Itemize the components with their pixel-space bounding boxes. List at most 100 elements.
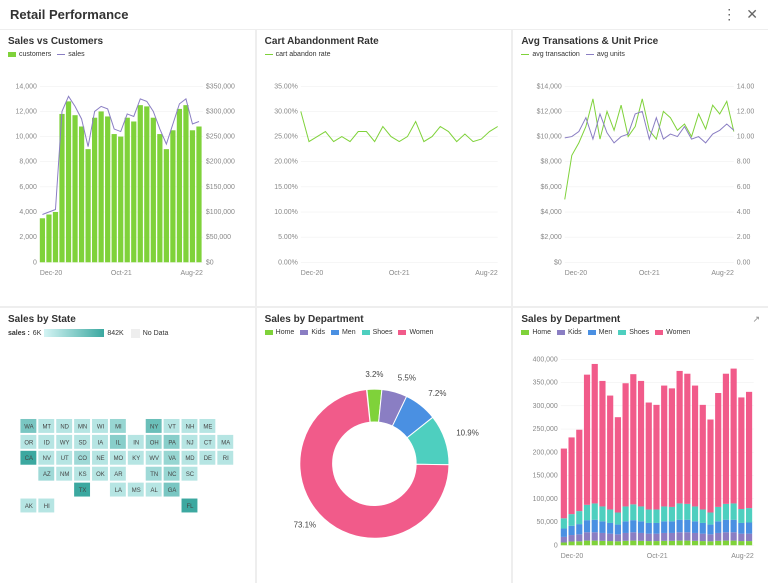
svg-text:MO: MO (114, 456, 124, 462)
svg-text:MS: MS (132, 488, 141, 494)
svg-text:12,000: 12,000 (16, 108, 37, 115)
svg-text:AL: AL (151, 488, 159, 494)
more-menu-icon[interactable]: ⋮ (722, 6, 736, 23)
svg-text:KS: KS (79, 472, 87, 478)
svg-text:7.2%: 7.2% (428, 389, 446, 398)
svg-text:0: 0 (33, 259, 37, 266)
svg-text:Oct-21: Oct-21 (111, 270, 132, 277)
svg-text:8,000: 8,000 (19, 159, 37, 166)
map-us[interactable]: WAMTNDMNWIMINYVTNHMEORIDWYSDIAILINOHPANJ… (8, 344, 247, 578)
svg-text:$50,000: $50,000 (206, 234, 231, 241)
legend-item: Shoes (618, 329, 649, 336)
svg-text:Dec-20: Dec-20 (565, 270, 588, 277)
svg-text:Dec-20: Dec-20 (300, 270, 323, 277)
svg-text:NM: NM (60, 472, 69, 478)
svg-text:MT: MT (42, 424, 51, 430)
legend-item: customers (19, 51, 51, 58)
svg-text:WI: WI (97, 424, 105, 430)
svg-text:14.00: 14.00 (737, 83, 755, 90)
svg-text:2.00: 2.00 (737, 234, 751, 241)
svg-text:HI: HI (44, 503, 50, 509)
svg-text:$6,000: $6,000 (541, 184, 562, 191)
svg-text:ID: ID (44, 440, 51, 446)
legend-item: Home (521, 329, 551, 336)
svg-text:0.00%: 0.00% (278, 259, 298, 266)
svg-text:400,000: 400,000 (533, 356, 558, 363)
chart-cart[interactable]: 0.00%5.00%10.00%15.00%20.00%25.00%30.00%… (265, 62, 504, 300)
svg-text:35.00%: 35.00% (274, 83, 298, 90)
svg-text:Oct-21: Oct-21 (647, 553, 668, 560)
svg-text:ME: ME (203, 424, 212, 430)
svg-text:8.00: 8.00 (737, 159, 751, 166)
svg-text:TX: TX (79, 488, 87, 494)
svg-text:IA: IA (98, 440, 104, 446)
expand-icon[interactable]: ↗ (752, 314, 760, 325)
svg-text:100,000: 100,000 (533, 495, 558, 502)
svg-text:CT: CT (204, 440, 212, 446)
panel-title: Avg Transations & Unit Price (521, 36, 760, 47)
panel-sales-vs-customers: Sales vs Customers customers sales 02,00… (0, 30, 255, 306)
svg-text:SC: SC (186, 472, 195, 478)
panel-title: Sales vs Customers (8, 36, 247, 47)
svg-text:PA: PA (168, 440, 176, 446)
svg-text:IN: IN (133, 440, 139, 446)
svg-text:200,000: 200,000 (533, 449, 558, 456)
close-icon[interactable]: ✕ (746, 6, 758, 23)
svg-text:CA: CA (25, 456, 33, 462)
svg-text:$4,000: $4,000 (541, 209, 562, 216)
chart-donut[interactable]: 3.2%5.5%7.2%10.9%73.1% (265, 340, 504, 578)
svg-text:OK: OK (96, 472, 105, 478)
panel-title: Cart Abandonment Rate (265, 36, 504, 47)
svg-text:300,000: 300,000 (533, 402, 558, 409)
svg-text:Oct-21: Oct-21 (639, 270, 660, 277)
svg-text:AR: AR (114, 472, 123, 478)
svg-text:4.00: 4.00 (737, 209, 751, 216)
svg-text:5.00%: 5.00% (278, 234, 298, 241)
svg-text:NJ: NJ (186, 440, 193, 446)
svg-text:0.00: 0.00 (737, 259, 751, 266)
legend-item: sales (68, 51, 84, 58)
svg-text:Aug-22: Aug-22 (732, 553, 755, 560)
chart-stacked-bar[interactable]: 050,000100,000150,000200,000250,000300,0… (521, 340, 760, 578)
svg-text:OR: OR (24, 440, 34, 446)
svg-text:20.00%: 20.00% (274, 159, 298, 166)
svg-text:MD: MD (185, 456, 195, 462)
svg-text:KY: KY (132, 456, 140, 462)
svg-text:$14,000: $14,000 (537, 83, 562, 90)
legend: customers sales (8, 51, 247, 58)
svg-text:CO: CO (78, 456, 87, 462)
svg-text:UT: UT (61, 456, 69, 462)
svg-text:NH: NH (186, 424, 195, 430)
svg-text:10.9%: 10.9% (456, 428, 479, 437)
svg-text:AK: AK (25, 503, 33, 509)
svg-text:MN: MN (78, 424, 87, 430)
svg-text:Aug-22: Aug-22 (712, 270, 735, 277)
panel-sales-by-state: Sales by State sales : 6K 842K No Data W… (0, 308, 255, 583)
svg-text:AZ: AZ (43, 472, 51, 478)
legend-item: Women (655, 329, 690, 336)
svg-text:$300,000: $300,000 (206, 108, 235, 115)
legend: HomeKidsMenShoesWomen (521, 329, 760, 336)
svg-text:$350,000: $350,000 (206, 83, 235, 90)
panel-title: Sales by Department (265, 314, 504, 325)
svg-text:$100,000: $100,000 (206, 209, 235, 216)
svg-text:Aug-22: Aug-22 (475, 270, 498, 277)
svg-text:NY: NY (150, 424, 158, 430)
svg-text:NC: NC (168, 472, 177, 478)
svg-text:$12,000: $12,000 (537, 108, 562, 115)
svg-text:FL: FL (186, 503, 194, 509)
svg-text:150,000: 150,000 (533, 472, 558, 479)
panel-sales-by-dept-donut: Sales by Department HomeKidsMenShoesWome… (257, 308, 512, 583)
svg-text:10.00%: 10.00% (274, 209, 298, 216)
svg-text:Oct-21: Oct-21 (388, 270, 409, 277)
svg-text:LA: LA (115, 488, 122, 494)
svg-text:ND: ND (60, 424, 69, 430)
panel-avg-transactions: Avg Transations & Unit Price avg transac… (513, 30, 768, 306)
svg-text:VA: VA (168, 456, 176, 462)
chart-avg[interactable]: $0$2,000$4,000$6,000$8,000$10,000$12,000… (521, 62, 760, 300)
svg-text:DE: DE (204, 456, 212, 462)
chart-sales-vs-customers[interactable]: 02,0004,0006,0008,00010,00012,00014,000$… (8, 62, 247, 300)
panel-title: Sales by Department (521, 314, 760, 325)
svg-text:WV: WV (149, 456, 159, 462)
svg-text:$200,000: $200,000 (206, 159, 235, 166)
